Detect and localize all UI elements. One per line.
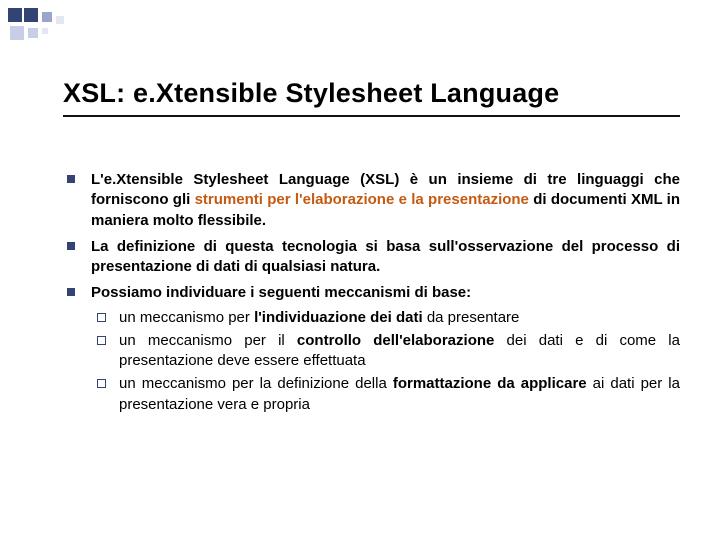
text: L' bbox=[91, 171, 104, 188]
bold-text: l'individuazione dei dati bbox=[254, 309, 423, 326]
deco-square-icon bbox=[28, 28, 38, 38]
bullet-item: L'e.Xtensible Stylesheet Language (XSL) … bbox=[63, 170, 680, 231]
bold-text: controllo dell'elaborazione bbox=[297, 332, 494, 349]
text: Possiamo individuare i seguenti meccanis… bbox=[91, 284, 471, 301]
accent-text: strumenti per l'elaborazione e la presen… bbox=[195, 191, 529, 208]
sub-bullet-item: un meccanismo per la definizione della f… bbox=[91, 374, 680, 415]
bullet-list: L'e.Xtensible Stylesheet Language (XSL) … bbox=[63, 170, 680, 415]
deco-square-icon bbox=[24, 8, 38, 22]
slide-title: XSL: e.Xtensible Stylesheet Language bbox=[63, 78, 680, 109]
sub-bullet-item: un meccanismo per il controllo dell'elab… bbox=[91, 331, 680, 372]
text: da presentare bbox=[423, 309, 520, 326]
slide-body: L'e.Xtensible Stylesheet Language (XSL) … bbox=[63, 170, 680, 421]
sub-bullet-list: un meccanismo per l'individuazione dei d… bbox=[91, 308, 680, 415]
text: un meccanismo per la definizione della bbox=[119, 375, 393, 392]
text: un meccanismo per bbox=[119, 309, 254, 326]
bullet-item: Possiamo individuare i seguenti meccanis… bbox=[63, 283, 680, 415]
deco-square-icon bbox=[10, 26, 24, 40]
bold-text: e.Xtensible Stylesheet Language (XSL) bbox=[104, 171, 400, 188]
sub-bullet-item: un meccanismo per l'individuazione dei d… bbox=[91, 308, 680, 328]
deco-square-icon bbox=[8, 8, 22, 22]
deco-square-icon bbox=[56, 16, 64, 24]
deco-square-icon bbox=[42, 12, 52, 22]
slide: XSL: e.Xtensible Stylesheet Language L'e… bbox=[0, 0, 720, 540]
text: un meccanismo per il bbox=[119, 332, 297, 349]
bold-text: formattazione da applicare bbox=[393, 375, 587, 392]
corner-decoration bbox=[0, 0, 120, 50]
bullet-item: La definizione di questa tecnologia si b… bbox=[63, 237, 680, 278]
title-container: XSL: e.Xtensible Stylesheet Language bbox=[63, 78, 680, 117]
deco-square-icon bbox=[42, 28, 48, 34]
